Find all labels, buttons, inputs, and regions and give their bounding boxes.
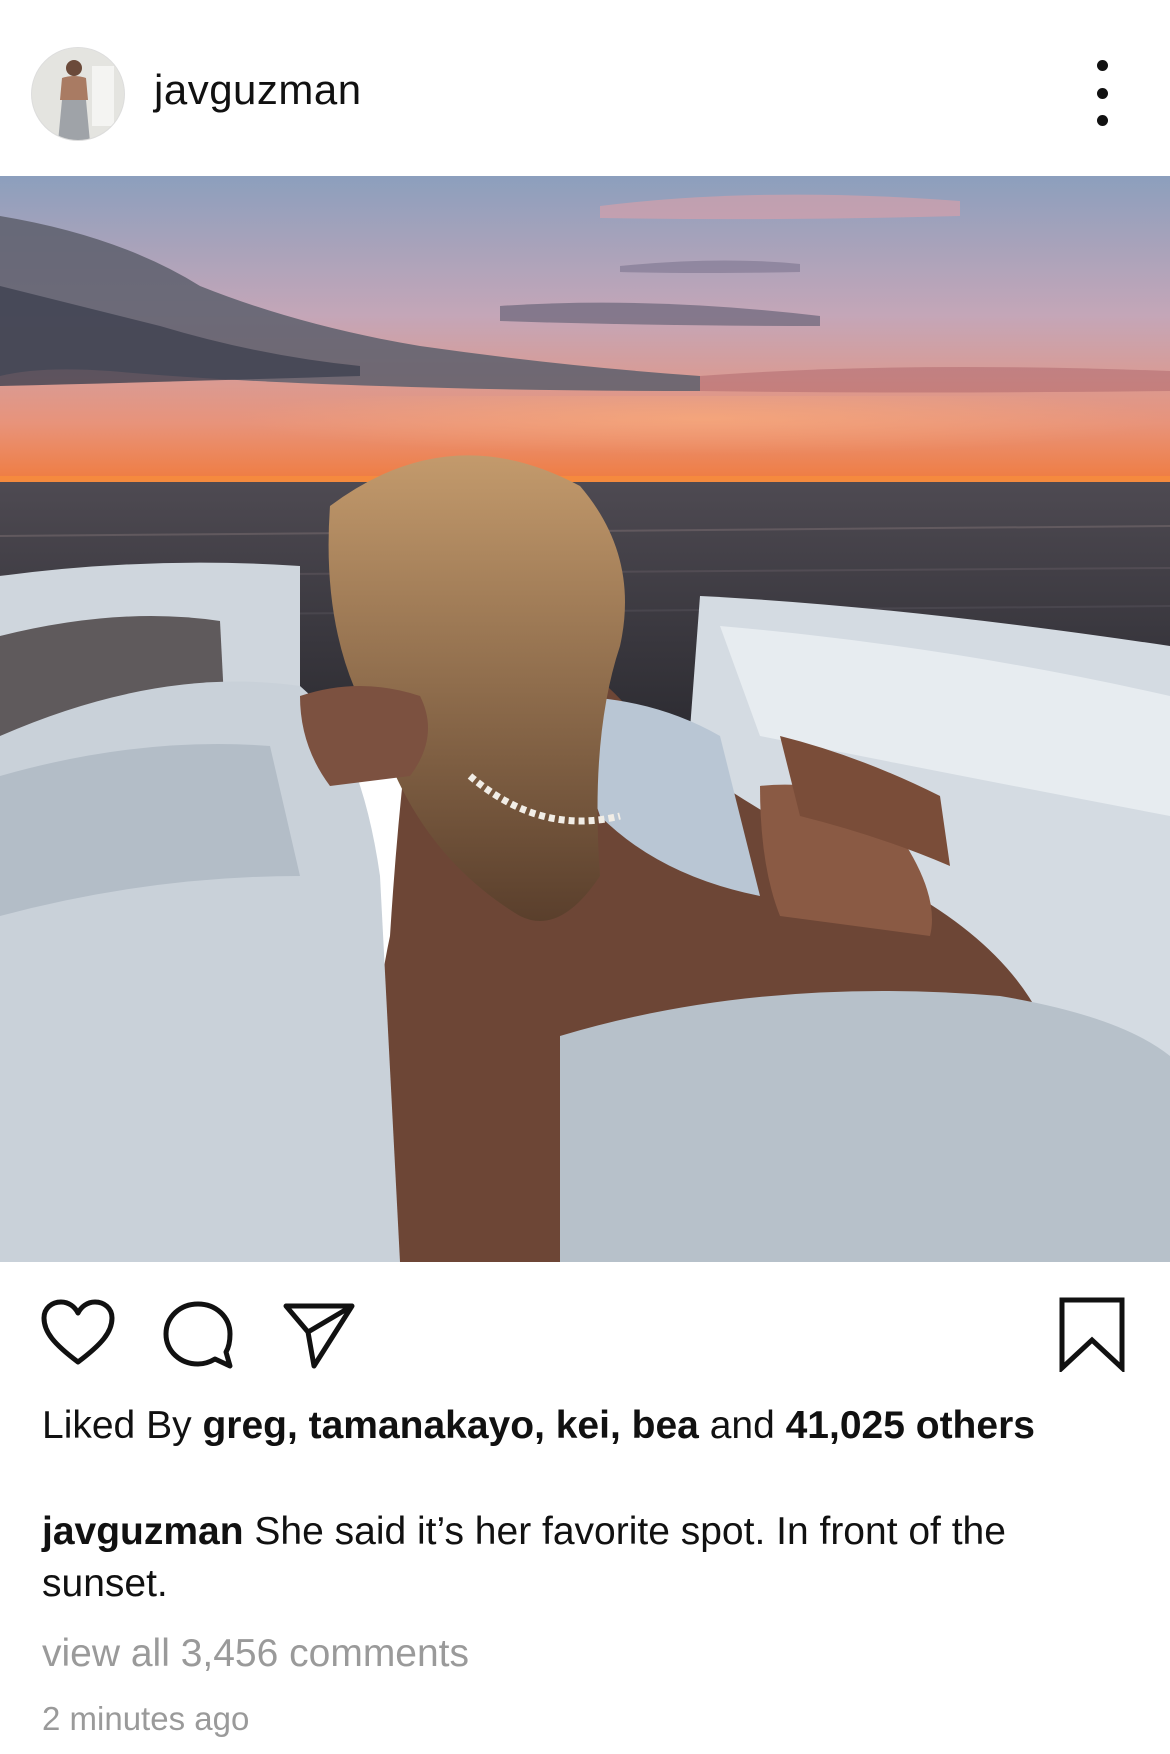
likes-summary[interactable]: Liked By greg, tamanakayo, kei, bea and … — [42, 1400, 1132, 1452]
view-all-comments-link[interactable]: view all 3,456 comments — [42, 1632, 469, 1676]
post-header: javguzman — [0, 0, 1170, 176]
more-options-icon[interactable] — [1082, 60, 1122, 126]
dot-icon — [1096, 87, 1108, 99]
post-username[interactable]: javguzman — [154, 66, 362, 114]
dot-icon — [1096, 115, 1108, 126]
likes-prefix: Liked By — [42, 1404, 192, 1447]
dot-icon — [1096, 60, 1108, 71]
heart-icon[interactable] — [40, 1298, 116, 1368]
action-bar — [0, 1262, 1170, 1392]
post-caption: javguzman She said it’s her favorite spo… — [42, 1506, 1132, 1610]
bookmark-icon[interactable] — [1058, 1296, 1126, 1372]
post-photo[interactable] — [0, 176, 1170, 1262]
send-icon[interactable] — [282, 1300, 356, 1370]
caption-username[interactable]: javguzman — [42, 1510, 244, 1553]
likes-names[interactable]: greg, tamanakayo, kei, bea — [202, 1404, 698, 1447]
likes-joiner: and — [709, 1404, 775, 1447]
likes-suffix[interactable]: others — [916, 1404, 1035, 1447]
post-timestamp: 2 minutes ago — [42, 1700, 250, 1737]
avatar[interactable] — [31, 47, 125, 141]
comment-icon[interactable] — [160, 1298, 236, 1370]
likes-count[interactable]: 41,025 — [786, 1404, 905, 1447]
